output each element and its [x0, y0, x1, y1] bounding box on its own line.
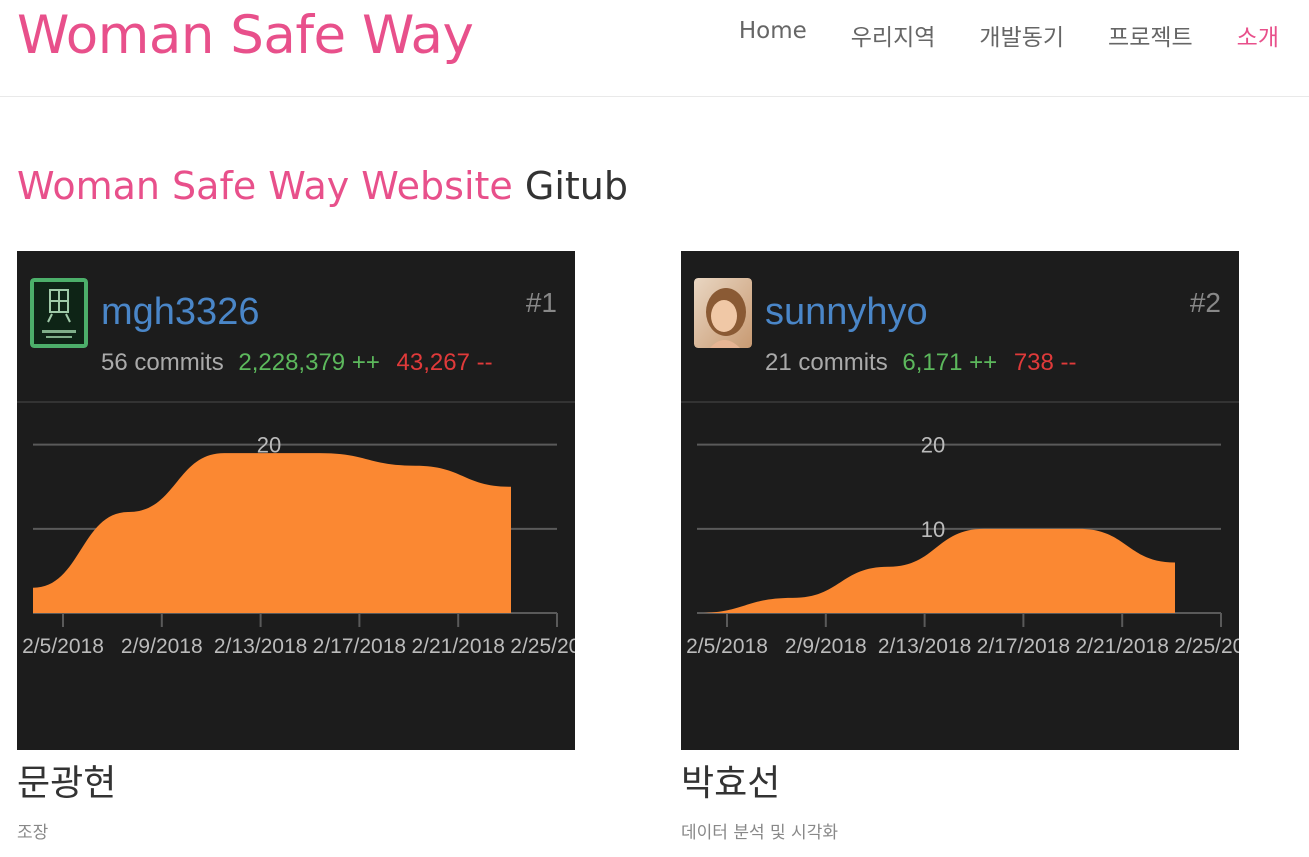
- nav-our-region[interactable]: 우리지역: [851, 18, 936, 52]
- x-tick-label: 2/17/2018: [313, 635, 406, 658]
- contributor-header: sunnyhyo 21 commits 6,171 ++ 738 -- #2: [681, 251, 1239, 403]
- commit-count: 56 commits: [101, 349, 224, 376]
- member-role: 조장: [17, 823, 49, 843]
- x-tick-label: 2/9/2018: [121, 635, 203, 658]
- x-tick-label: 2/13/2018: [214, 635, 307, 658]
- commit-count: 21 commits: [765, 349, 888, 376]
- x-tick-label: 2/9/2018: [785, 635, 867, 658]
- deletions-count: 43,267 --: [396, 349, 493, 376]
- rank-badge: #1: [525, 287, 557, 318]
- x-tick-label: 2/21/2018: [411, 635, 504, 658]
- commit-stats: 21 commits 6,171 ++ 738 --: [765, 349, 1077, 377]
- additions-count: 2,228,379 ++: [238, 349, 380, 376]
- x-tick-label: 2/13/2018: [878, 635, 971, 658]
- deletions-count: 738 --: [1013, 349, 1077, 376]
- nav-about[interactable]: 소개: [1237, 18, 1279, 52]
- username-link[interactable]: sunnyhyo: [765, 291, 928, 334]
- x-tick-label: 2/5/2018: [686, 635, 768, 658]
- member-name: 문광현: [17, 763, 117, 804]
- commit-chart: 20 2/5/2018 2/9/2018 2/13/2018 2/17/2018 2/21…: [22, 433, 575, 658]
- section-title-main: Woman Safe Way Website: [17, 164, 513, 208]
- x-tick-label: 2/25/2018: [510, 635, 575, 658]
- x-tick-label: 2/21/2018: [1075, 635, 1168, 658]
- y-tick-label: 20: [257, 433, 281, 458]
- nav-project[interactable]: 프로젝트: [1108, 18, 1193, 52]
- x-tick-label: 2/5/2018: [22, 635, 104, 658]
- y-tick-label: 20: [921, 433, 945, 458]
- contributor-screenshot: sunnyhyo 21 commits 6,171 ++ 738 -- #2 1…: [681, 251, 1239, 750]
- section-title: Woman Safe Way Website Gitub: [17, 160, 628, 212]
- commit-stats: 56 commits 2,228,379 ++ 43,267 --: [101, 349, 493, 377]
- nav-home[interactable]: Home: [739, 18, 807, 52]
- profile-photo-avatar: [694, 278, 752, 348]
- x-tick-label: 2/25/2018: [1174, 635, 1239, 658]
- x-tick-label: 2/17/2018: [977, 635, 1070, 658]
- username-link[interactable]: mgh3326: [101, 291, 259, 334]
- y-tick-label: 10: [921, 517, 945, 542]
- contributor-card-1: mgh3326 56 commits 2,228,379 ++ 43,267 -…: [17, 251, 575, 843]
- additions-count: 6,171 ++: [902, 349, 998, 376]
- contributor-card-2: sunnyhyo 21 commits 6,171 ++ 738 -- #2 1…: [681, 251, 1239, 843]
- gitub-logo-avatar: [30, 278, 88, 348]
- section-title-suffix: Gitub: [524, 164, 628, 208]
- commit-area: [33, 453, 511, 613]
- commit-chart: 10202/5/2018 2/9/2018 2/13/2018 2/17/2018 2/…: [686, 433, 1239, 658]
- member-role: 데이터 분석 및 시각화: [681, 823, 838, 843]
- site-header: Woman Safe Way Home 우리지역 개발동기 프로젝트 소개: [0, 0, 1309, 97]
- rank-badge: #2: [1189, 287, 1221, 318]
- member-name: 박효선: [681, 763, 781, 804]
- contributor-header: mgh3326 56 commits 2,228,379 ++ 43,267 -…: [17, 251, 575, 403]
- main-nav: Home 우리지역 개발동기 프로젝트 소개: [739, 18, 1279, 52]
- site-brand[interactable]: Woman Safe Way: [17, 2, 474, 70]
- contributor-screenshot: mgh3326 56 commits 2,228,379 ++ 43,267 -…: [17, 251, 575, 750]
- nav-motivation[interactable]: 개발동기: [979, 18, 1064, 52]
